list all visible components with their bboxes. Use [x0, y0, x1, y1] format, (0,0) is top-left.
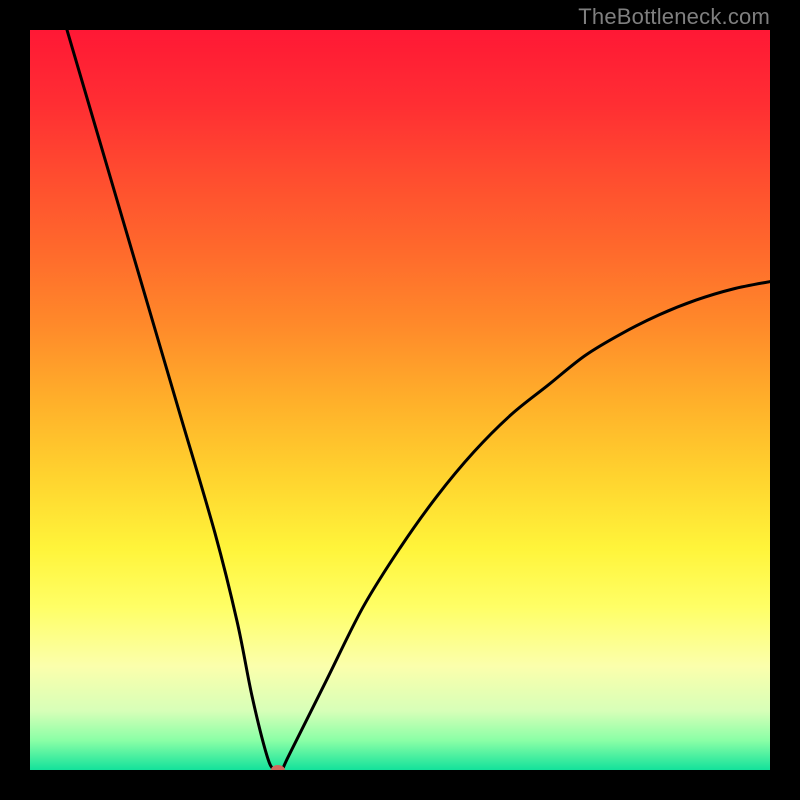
attribution-label: TheBottleneck.com: [578, 4, 770, 30]
bottleneck-chart: [30, 30, 770, 770]
chart-stage: TheBottleneck.com: [0, 0, 800, 800]
chart-background: [30, 30, 770, 770]
